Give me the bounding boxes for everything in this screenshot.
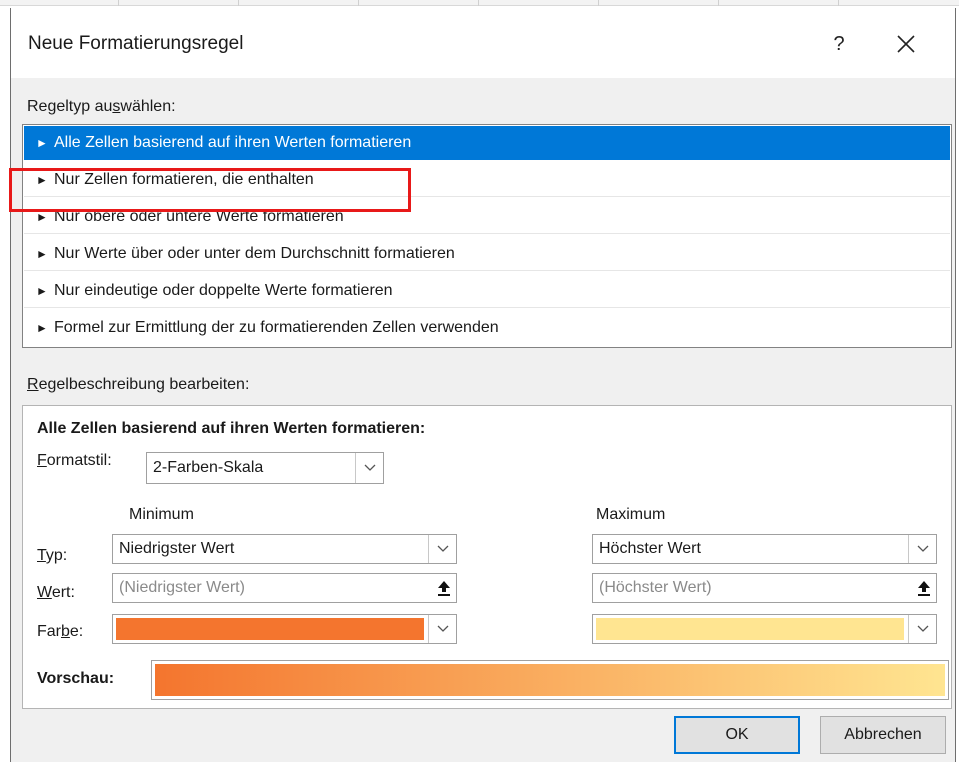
maximum-color-select[interactable]	[592, 614, 937, 644]
preview-label: Vorschau:	[37, 670, 115, 687]
ok-button[interactable]: OK	[674, 716, 800, 754]
bullet-arrow-icon: ►	[36, 210, 48, 224]
preview-gradient	[155, 664, 945, 696]
rule-description-label: Regelbeschreibung bearbeiten:	[27, 376, 250, 393]
color-scale-preview	[151, 660, 949, 700]
rule-description-panel: Alle Zellen basierend auf ihren Werten f…	[22, 405, 952, 709]
maximum-value-input[interactable]: (Höchster Wert)	[592, 573, 937, 603]
bullet-arrow-icon: ►	[36, 247, 48, 261]
rule-type-item[interactable]: ► Nur Zellen formatieren, die enthalten	[24, 163, 950, 197]
description-heading: Alle Zellen basierend auf ihren Werten f…	[37, 420, 426, 437]
bullet-arrow-icon: ►	[36, 136, 48, 150]
upload-reference-icon[interactable]	[432, 574, 456, 602]
chevron-down-icon	[428, 615, 456, 643]
type-label: Typ:	[37, 547, 68, 564]
chevron-down-icon	[428, 535, 456, 563]
color-label: Farbe:	[37, 623, 84, 640]
new-formatting-rule-dialog: Neue Formatierungsregel ? Regeltyp auswä…	[9, 8, 956, 762]
maximum-header: Maximum	[596, 506, 666, 523]
bullet-arrow-icon: ►	[36, 321, 48, 335]
close-icon	[897, 35, 915, 53]
upload-reference-icon[interactable]	[912, 574, 936, 602]
rule-type-item[interactable]: ► Nur Werte über oder unter dem Durchschn…	[24, 237, 950, 271]
value-label: Wert:	[37, 584, 75, 601]
rule-type-list[interactable]: ► Alle Zellen basierend auf ihren Werten …	[22, 124, 952, 348]
minimum-header: Minimum	[129, 506, 194, 523]
bullet-arrow-icon: ►	[36, 173, 48, 187]
rule-type-label: Regeltyp auswählen:	[27, 98, 176, 115]
dialog-title: Neue Formatierungsregel	[28, 33, 244, 54]
dialog-titlebar: Neue Formatierungsregel ?	[11, 8, 955, 78]
rule-type-item[interactable]: ► Alle Zellen basierend auf ihren Werten …	[24, 126, 950, 160]
minimum-color-swatch	[116, 618, 424, 640]
minimum-type-select[interactable]: Niedrigster Wert	[112, 534, 457, 564]
rule-type-item[interactable]: ► Nur obere oder untere Werte formatieren	[24, 200, 950, 234]
help-button[interactable]: ?	[817, 26, 861, 62]
chevron-down-icon	[908, 535, 936, 563]
bullet-arrow-icon: ►	[36, 284, 48, 298]
chevron-down-icon	[908, 615, 936, 643]
close-button[interactable]	[881, 26, 931, 62]
minimum-value-input[interactable]: (Niedrigster Wert)	[112, 573, 457, 603]
rule-type-item[interactable]: ► Nur eindeutige oder doppelte Werte form…	[24, 274, 950, 308]
chevron-down-icon	[355, 453, 383, 483]
background-spreadsheet-strip	[0, 0, 959, 6]
maximum-color-swatch	[596, 618, 904, 640]
maximum-type-select[interactable]: Höchster Wert	[592, 534, 937, 564]
format-style-label: Formatstil:	[37, 452, 112, 469]
cancel-button[interactable]: Abbrechen	[820, 716, 946, 754]
format-style-select[interactable]: 2-Farben-Skala	[146, 452, 384, 484]
minimum-color-select[interactable]	[112, 614, 457, 644]
rule-type-item[interactable]: ► Formel zur Ermittlung der zu formatiere…	[24, 311, 950, 345]
